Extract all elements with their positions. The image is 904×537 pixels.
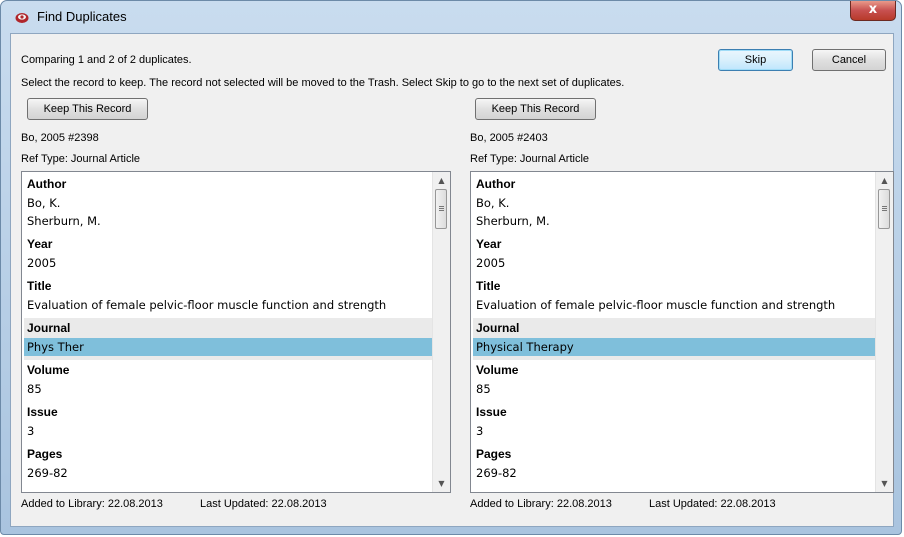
- issue-value: 3: [476, 424, 484, 438]
- volume-value: 85: [27, 382, 42, 396]
- journal-value: Phys Ther: [24, 338, 432, 356]
- keep-left-record-button[interactable]: Keep This Record: [27, 98, 148, 120]
- volume-label: Volume: [27, 363, 70, 377]
- cancel-button[interactable]: Cancel: [812, 49, 886, 71]
- right-record-panel[interactable]: Author Bo, K. Sherburn, M. Year 2005 Tit…: [470, 171, 894, 493]
- instructions-text: Select the record to keep. The record no…: [21, 77, 625, 89]
- pages-label: Pages: [27, 447, 63, 461]
- left-record-id: Bo, 2005 #2398: [21, 132, 99, 144]
- volume-label: Volume: [476, 363, 519, 377]
- right-vertical-scrollbar[interactable]: ▲ ▼: [875, 172, 893, 492]
- left-added-date: Added to Library: 22.08.2013: [21, 498, 163, 510]
- author-label: Author: [27, 177, 67, 191]
- pages-value: 269-82: [476, 466, 517, 480]
- skip-button[interactable]: Skip: [718, 49, 793, 71]
- right-scroll-thumb[interactable]: [878, 189, 890, 229]
- window-title: Find Duplicates: [37, 9, 127, 24]
- author-value: Sherburn, M.: [27, 214, 101, 228]
- title-value: Evaluation of female pelvic-floor muscle…: [27, 298, 387, 312]
- left-record-panel[interactable]: Author Bo, K. Sherburn, M. Year 2005 Tit…: [21, 171, 451, 493]
- title-label: Title: [476, 279, 501, 293]
- author-value: Bo, K.: [476, 196, 510, 210]
- comparing-status: Comparing 1 and 2 of 2 duplicates.: [21, 54, 192, 66]
- left-vertical-scrollbar[interactable]: ▲ ▼: [432, 172, 450, 492]
- year-value: 2005: [476, 256, 506, 270]
- author-value: Sherburn, M.: [476, 214, 550, 228]
- issue-value: 3: [27, 424, 35, 438]
- journal-label: Journal: [27, 321, 71, 335]
- journal-value: Physical Therapy: [473, 338, 875, 356]
- scroll-down-arrow-icon[interactable]: ▼: [433, 475, 450, 492]
- right-updated-date: Last Updated: 22.08.2013: [649, 498, 776, 510]
- year-value: 2005: [27, 256, 57, 270]
- scroll-down-arrow-icon[interactable]: ▼: [876, 475, 893, 492]
- journal-label: Journal: [476, 321, 520, 335]
- dialog-body: Comparing 1 and 2 of 2 duplicates. Selec…: [10, 33, 894, 527]
- pages-value: 269-82: [27, 466, 68, 480]
- issue-label: Issue: [27, 405, 58, 419]
- right-added-date: Added to Library: 22.08.2013: [470, 498, 612, 510]
- journal-diff-row[interactable]: Journal Physical Therapy: [473, 318, 875, 360]
- title-label: Title: [27, 279, 52, 293]
- scroll-up-arrow-icon[interactable]: ▲: [433, 172, 450, 189]
- keep-right-record-button[interactable]: Keep This Record: [475, 98, 596, 120]
- volume-value: 85: [476, 382, 491, 396]
- find-duplicates-window: Find Duplicates x Comparing 1 and 2 of 2…: [0, 0, 902, 535]
- endnote-app-icon: [15, 13, 29, 23]
- title-bar[interactable]: Find Duplicates x: [1, 1, 901, 33]
- close-button[interactable]: x: [850, 1, 896, 21]
- title-value: Evaluation of female pelvic-floor muscle…: [476, 298, 836, 312]
- journal-diff-row[interactable]: Journal Phys Ther: [24, 318, 432, 360]
- close-icon: x: [868, 2, 878, 17]
- author-label: Author: [476, 177, 516, 191]
- scroll-up-arrow-icon[interactable]: ▲: [876, 172, 893, 189]
- year-label: Year: [476, 237, 502, 251]
- right-ref-type: Ref Type: Journal Article: [470, 153, 590, 165]
- issue-label: Issue: [476, 405, 507, 419]
- left-scroll-thumb[interactable]: [435, 189, 447, 229]
- author-value: Bo, K.: [27, 196, 61, 210]
- left-updated-date: Last Updated: 22.08.2013: [200, 498, 327, 510]
- left-ref-type: Ref Type: Journal Article: [21, 153, 141, 165]
- year-label: Year: [27, 237, 53, 251]
- pages-label: Pages: [476, 447, 512, 461]
- right-record-id: Bo, 2005 #2403: [470, 132, 548, 144]
